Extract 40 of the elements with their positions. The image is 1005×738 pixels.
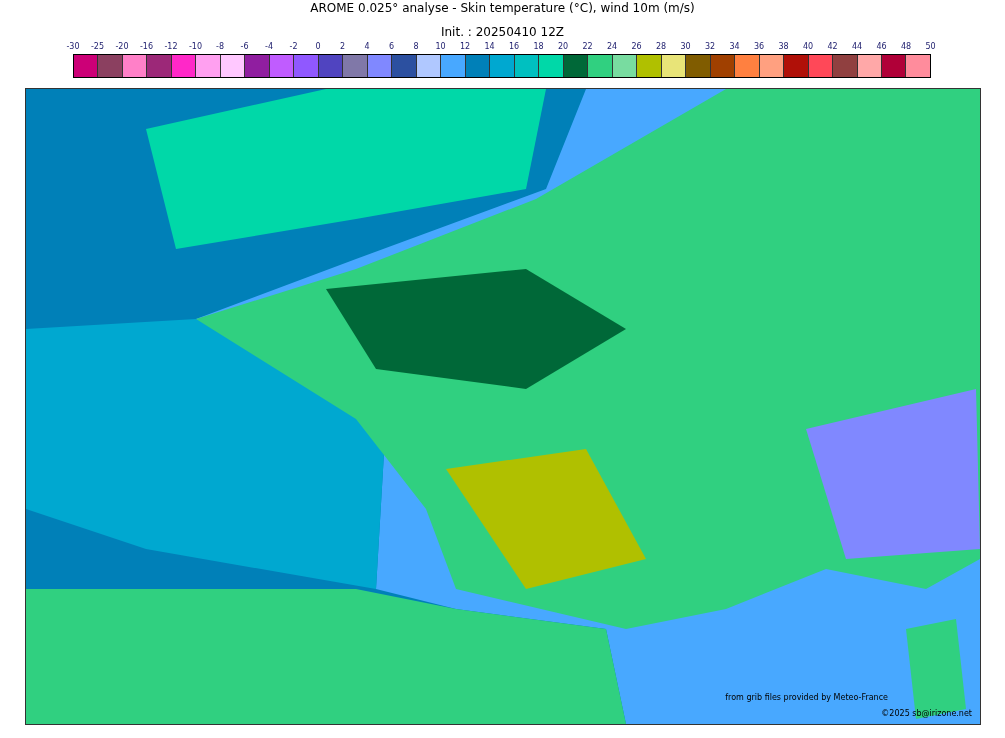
scale-label: 18 [532,41,545,53]
scale-label: -30 [65,41,81,53]
scale-label: 34 [728,41,741,53]
scale-label: 44 [850,41,864,53]
scale-label: 28 [654,41,668,53]
scale-label: 38 [777,41,790,53]
chart-title: AROME 0.025° analyse - Skin temperature (°C), wind 10m (m/s) [309,0,696,17]
scale-label: 48 [899,41,913,53]
scale-label: -8 [215,41,225,53]
scale-label: -2 [288,41,299,53]
scale-label: 8 [412,41,420,53]
data-source-credit: from grib files provided by Meteo-France [725,692,888,704]
scale-label: 0 [314,41,322,53]
scale-label: 46 [875,41,888,53]
copyright-text: ©2025 sb@irizone.net [881,708,972,720]
scale-label: 2 [338,41,347,53]
scale-label: 22 [581,41,594,53]
scale-label: 36 [752,41,766,53]
scale-label: 10 [434,41,447,53]
scale-label: 24 [605,41,619,53]
init-time: Init. : 20250410 12Z [439,24,566,38]
scale-label: -25 [89,41,106,53]
scale-label: 20 [556,41,570,53]
scale-label: 32 [703,41,717,53]
scale-label: 30 [679,41,692,53]
scale-label: 40 [801,41,815,53]
scale-label: 42 [826,41,839,53]
scale-label: 6 [387,41,396,53]
scale-label: 16 [507,41,521,53]
scale-label: -10 [187,41,204,53]
scale-label: 4 [363,41,371,53]
scale-label: 26 [630,41,643,53]
scale-label: 12 [458,41,472,53]
scale-label: -12 [163,41,179,53]
scale-label: 50 [924,41,937,53]
scale-label: 14 [483,41,496,53]
scale-label: -16 [138,41,155,53]
scale-label: -20 [114,41,130,53]
scale-label: -4 [264,41,274,53]
scale-label: -6 [239,41,250,53]
